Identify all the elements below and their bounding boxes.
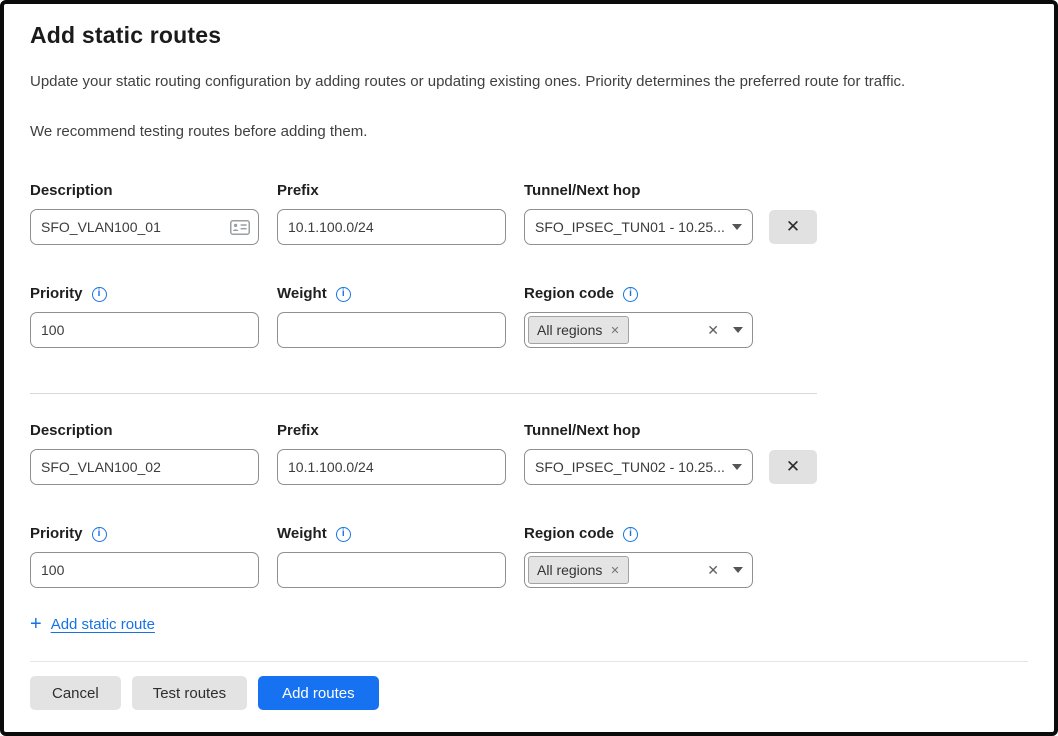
caret-down-icon — [732, 224, 742, 230]
prefix-input[interactable] — [277, 209, 506, 245]
priority-field: Priority i — [30, 284, 259, 348]
priority-label: Priority — [30, 284, 83, 304]
tunnel-label: Tunnel/Next hop — [524, 421, 640, 441]
info-icon[interactable]: i — [336, 287, 351, 302]
priority-field: Priority i — [30, 524, 259, 588]
info-icon[interactable]: i — [623, 527, 638, 542]
add-static-route-row: + Add static route — [30, 614, 1028, 634]
dialog-content: Add static routes Update your static rou… — [4, 4, 1054, 634]
priority-input[interactable] — [30, 312, 259, 348]
footer-divider — [30, 661, 1028, 662]
prefix-label: Prefix — [277, 421, 319, 441]
region-field: Region code i All regions ✕ ✕ — [524, 524, 753, 588]
priority-input[interactable] — [30, 552, 259, 588]
add-routes-button[interactable]: Add routes — [258, 676, 379, 710]
weight-input[interactable] — [277, 552, 506, 588]
route-1-options-row: Priority i Weight i Region code i — [30, 284, 1028, 348]
close-icon: ✕ — [786, 217, 800, 237]
prefix-field: Prefix — [277, 181, 506, 245]
tunnel-field: Tunnel/Next hop SFO_IPSEC_TUN01 - 10.25.… — [524, 181, 753, 245]
add-static-routes-dialog: Add static routes Update your static rou… — [0, 0, 1058, 736]
autofill-contact-card-icon[interactable] — [230, 220, 250, 235]
region-label: Region code — [524, 284, 614, 304]
route-1-main-row: Description — [30, 181, 1028, 245]
description-input[interactable] — [30, 449, 259, 485]
weight-field: Weight i — [277, 284, 506, 348]
weight-label: Weight — [277, 284, 327, 304]
dialog-footer: Cancel Test routes Add routes — [4, 661, 1054, 732]
description-input[interactable] — [31, 210, 230, 244]
tunnel-selected-value: SFO_IPSEC_TUN01 - 10.25... — [535, 219, 732, 235]
tunnel-selected-value: SFO_IPSEC_TUN02 - 10.25... — [535, 459, 732, 475]
priority-label: Priority — [30, 524, 83, 544]
chip-remove-icon[interactable]: ✕ — [610, 564, 619, 577]
info-icon[interactable]: i — [623, 287, 638, 302]
info-icon[interactable]: i — [92, 527, 107, 542]
chip-remove-icon[interactable]: ✕ — [610, 324, 619, 337]
region-multiselect[interactable]: All regions ✕ ✕ — [524, 312, 753, 348]
test-routes-button[interactable]: Test routes — [132, 676, 247, 710]
region-chip-label: All regions — [537, 322, 602, 338]
intro-text: Update your static routing configuration… — [30, 72, 1028, 92]
tunnel-field: Tunnel/Next hop SFO_IPSEC_TUN02 - 10.25.… — [524, 421, 753, 485]
weight-label: Weight — [277, 524, 327, 544]
close-icon: ✕ — [786, 457, 800, 477]
description-field: Description — [30, 181, 259, 245]
weight-input[interactable] — [277, 312, 506, 348]
region-chip: All regions ✕ — [528, 316, 629, 344]
add-static-route-link[interactable]: Add static route — [51, 616, 155, 633]
prefix-label: Prefix — [277, 181, 319, 201]
region-chip: All regions ✕ — [528, 556, 629, 584]
remove-route-button[interactable]: ✕ — [769, 450, 817, 484]
caret-down-icon — [733, 567, 743, 573]
tunnel-select[interactable]: SFO_IPSEC_TUN02 - 10.25... — [524, 449, 753, 485]
clear-selection-icon[interactable]: ✕ — [707, 562, 719, 579]
footer-buttons: Cancel Test routes Add routes — [30, 676, 1028, 710]
description-label: Description — [30, 181, 113, 201]
region-chip-label: All regions — [537, 562, 602, 578]
plus-icon: + — [30, 614, 42, 634]
region-field: Region code i All regions ✕ ✕ — [524, 284, 753, 348]
tunnel-select[interactable]: SFO_IPSEC_TUN01 - 10.25... — [524, 209, 753, 245]
clear-selection-icon[interactable]: ✕ — [707, 322, 719, 339]
route-entry-2: Description Prefix Tunnel/Next hop SFO_I — [30, 421, 1028, 588]
prefix-input[interactable] — [277, 449, 506, 485]
weight-field: Weight i — [277, 524, 506, 588]
tunnel-label: Tunnel/Next hop — [524, 181, 640, 201]
region-label: Region code — [524, 524, 614, 544]
caret-down-icon — [733, 327, 743, 333]
info-icon[interactable]: i — [336, 527, 351, 542]
cancel-button[interactable]: Cancel — [30, 676, 121, 710]
description-input-wrap — [30, 209, 259, 245]
description-label: Description — [30, 421, 113, 441]
remove-route-button[interactable]: ✕ — [769, 210, 817, 244]
route-entry-1: Description — [30, 181, 1028, 348]
region-multiselect[interactable]: All regions ✕ ✕ — [524, 552, 753, 588]
intro-note: We recommend testing routes before addin… — [30, 122, 1028, 142]
route-divider — [30, 393, 817, 394]
route-2-main-row: Description Prefix Tunnel/Next hop SFO_I — [30, 421, 1028, 485]
prefix-field: Prefix — [277, 421, 506, 485]
description-field: Description — [30, 421, 259, 485]
route-2-options-row: Priority i Weight i Region code i — [30, 524, 1028, 588]
info-icon[interactable]: i — [92, 287, 107, 302]
page-title: Add static routes — [30, 20, 1028, 50]
caret-down-icon — [732, 464, 742, 470]
